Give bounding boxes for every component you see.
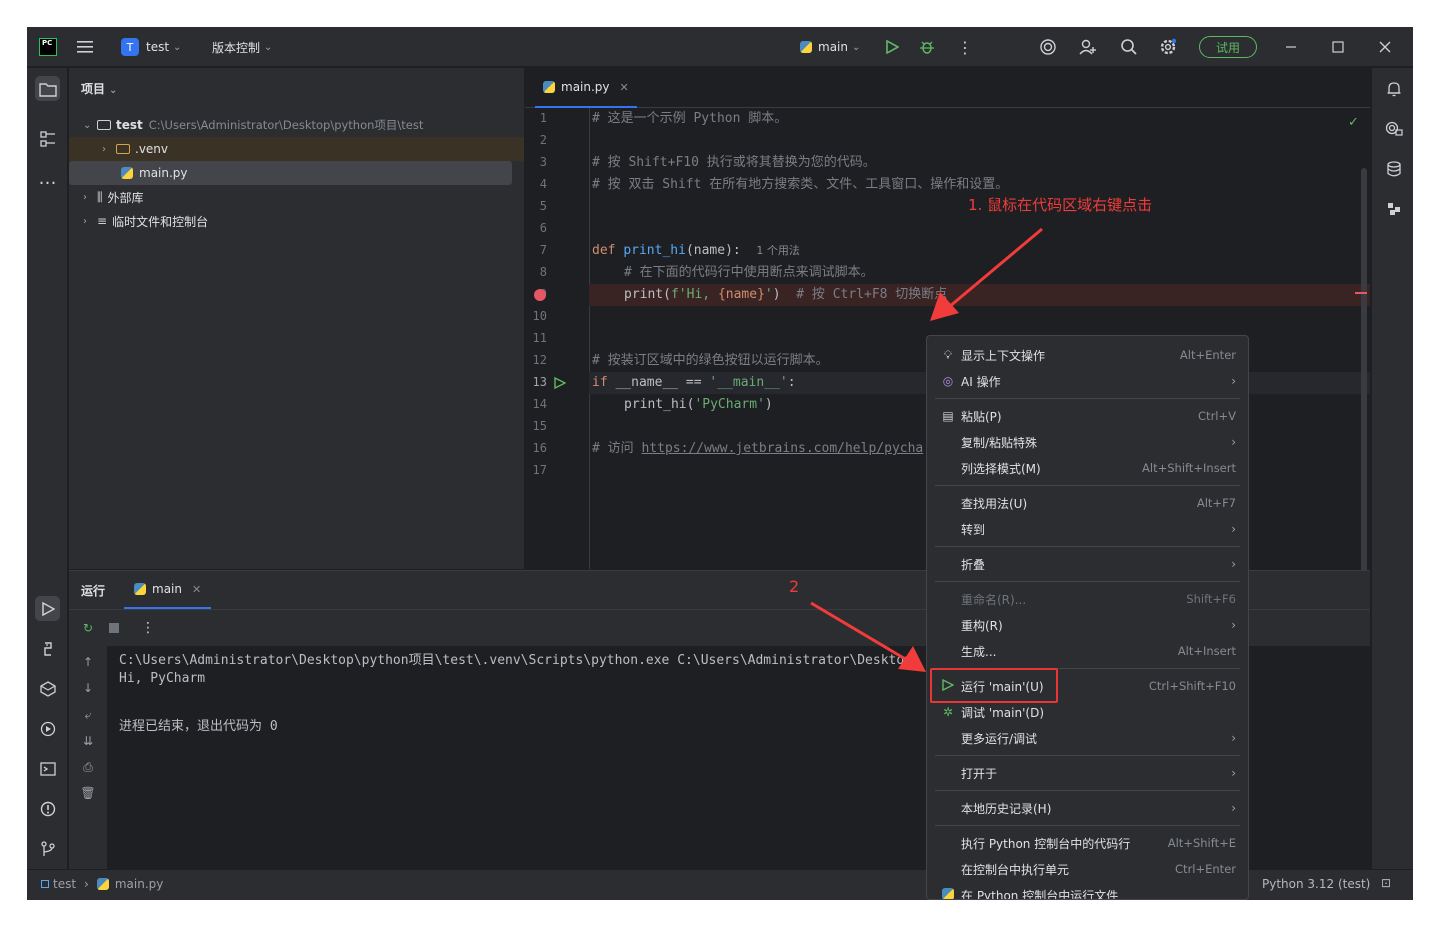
ide-window: PC T test ⌄ 版本控制 ⌄ main ⌄ ⋮ 试用 … 项目 ⌄ ⌄ … (27, 27, 1413, 900)
annotation-arrow-2 (810, 601, 908, 662)
annotation-arrowhead-2 (898, 646, 926, 672)
annotation-arrowhead-1 (930, 292, 959, 321)
annotation-arrow-1 (948, 227, 1043, 309)
annotation-arrows (810, 227, 1043, 672)
